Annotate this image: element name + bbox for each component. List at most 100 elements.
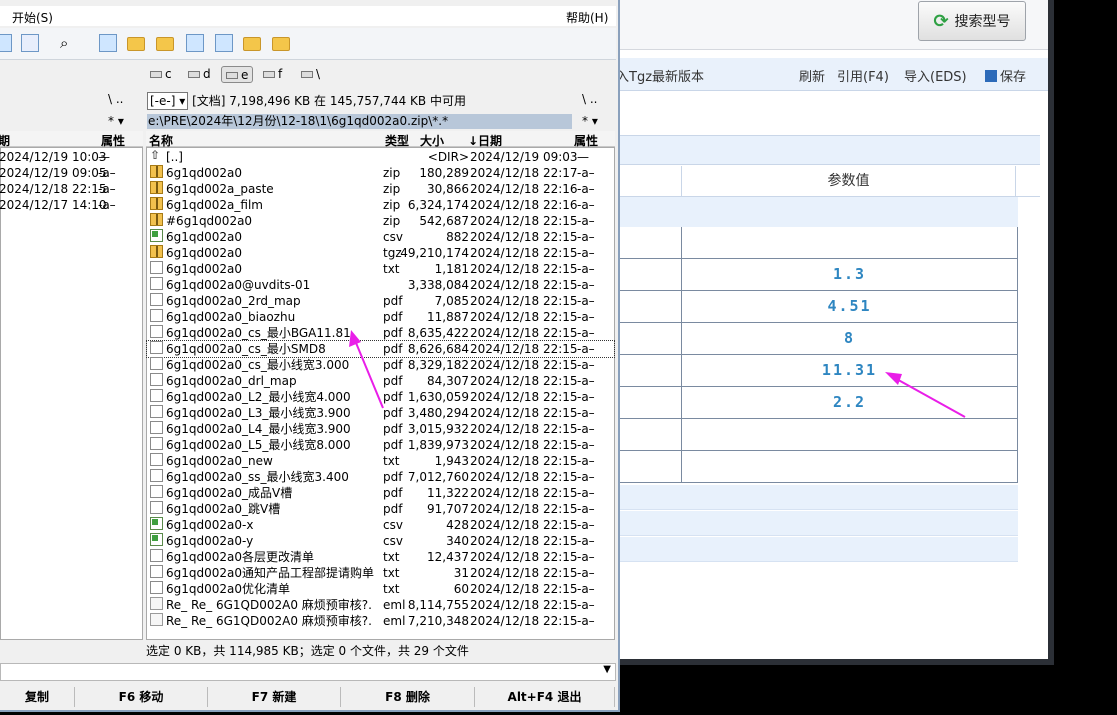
left-file-row[interactable]: 2024/12/19 09:05 -a– [0, 165, 142, 181]
pdf-file-icon [150, 405, 163, 418]
command-line[interactable]: ▼ [0, 663, 616, 681]
left-file-row[interactable]: 2024/12/17 14:10 -a– [0, 197, 142, 213]
file-row[interactable]: #6g1qd002a0 zip 542,687 2024/12/18 22:15 -a– [147, 213, 614, 229]
menu-start[interactable]: 开始(S) [12, 9, 53, 26]
network-drive-button[interactable]: \ [297, 66, 324, 83]
zip-file-icon [150, 245, 163, 258]
file-row[interactable]: 6g1qd002a0 csv 882 2024/12/18 22:15 -a– [147, 229, 614, 245]
param-value[interactable]: 11.31 [681, 355, 1017, 386]
current-path[interactable]: e:\PRE\2024年\12月份\12-18\1\6g1qd002a0.zip… [147, 114, 572, 129]
exit-button[interactable]: Alt+F4 退出 [475, 687, 615, 707]
param-row[interactable]: 8 [608, 323, 1018, 355]
file-row[interactable]: 6g1qd002a0各层更改清单 txt 12,437 2024/12/18 22:1… [147, 549, 614, 565]
url-icon[interactable] [21, 34, 39, 52]
drive-d-button[interactable]: d [184, 66, 215, 83]
param-row[interactable]: 2.2 [608, 387, 1018, 419]
file-row[interactable]: 6g1qd002a_film zip 6,324,174 2024/12/18 22:… [147, 197, 614, 213]
binoculars-icon[interactable]: ⌕ [60, 34, 78, 52]
file-row[interactable]: 6g1qd002a0_L4_最小线宽3.900 pdf 3,015,932 2024/… [147, 421, 614, 437]
file-size: 60 [453, 582, 469, 596]
left-file-panel[interactable]: 2024/12/19 10:03—2024/12/19 09:05 -a– 2024… [0, 147, 143, 640]
file-row[interactable]: 6g1qd002a0_ss_最小线宽3.400 pdf 7,012,760 2024/… [147, 469, 614, 485]
file-row[interactable]: 6g1qd002a0_2rd_map pdf 7,085 2024/12/18 22:… [147, 293, 614, 309]
param-row[interactable]: 11.31 [608, 355, 1018, 387]
file-date: 2024/12/18 22:15 [470, 470, 578, 484]
chevron-down-icon[interactable]: ▼ [603, 664, 611, 675]
document-icon[interactable] [215, 34, 233, 52]
file-date: 2024/12/18 22:15 [470, 406, 578, 420]
param-value[interactable] [681, 419, 1017, 450]
drive-select[interactable]: [-e-] ▾ [147, 92, 189, 110]
right-filter[interactable]: * ▾ [582, 114, 598, 128]
file-row[interactable]: 6g1qd002a0_biaozhu pdf 11,887 2024/12/18 22… [147, 309, 614, 325]
drive-c-button[interactable]: c [146, 66, 176, 83]
param-value[interactable] [681, 451, 1017, 482]
param-subheader [608, 197, 1018, 227]
file-row[interactable]: 6g1qd002a0-x csv 428 2024/12/18 22:15 -a– [147, 517, 614, 533]
folder-icon[interactable] [243, 37, 261, 51]
save-button[interactable]: 保存 [985, 66, 1026, 85]
drive-e-button[interactable]: e [221, 66, 254, 83]
toolbar: ⌕ [0, 28, 616, 60]
param-value[interactable]: 8 [681, 323, 1017, 354]
document-icon[interactable] [186, 34, 204, 52]
file-row[interactable]: 6g1qd002a0_new txt 1,943 2024/12/18 22:15 -a… [147, 453, 614, 469]
copy-button[interactable]: 复制 [0, 687, 75, 707]
param-value[interactable] [681, 227, 1017, 258]
file-row[interactable]: 6g1qd002a0优化清单 txt 60 2024/12/18 22:15 -a– [147, 581, 614, 597]
search-model-button[interactable]: ⟳ 搜索型号 [918, 1, 1026, 41]
right-drive-info: [-e-] ▾ [文档] 7,198,496 KB 在 145,757,744 … [147, 92, 615, 112]
folder-icon[interactable] [156, 37, 174, 51]
file-row[interactable]: 6g1qd002a0_成品V槽 pdf 11,322 2024/12/18 22:15… [147, 485, 614, 501]
param-value[interactable]: 2.2 [681, 387, 1017, 418]
file-row[interactable]: 6g1qd002a0_L2_最小线宽4.000 pdf 1,630,059 2024/… [147, 389, 614, 405]
file-row[interactable]: 6g1qd002a_paste zip 30,866 2024/12/18 22:16… [147, 181, 614, 197]
file-row[interactable]: ⇧ [..] <DIR> 2024/12/19 09:03— [147, 149, 614, 165]
file-row[interactable]: Re_ Re_ 6G1QD002A0 麻烦预审核?. eml 8,114,755 20… [147, 597, 614, 613]
param-row[interactable] [608, 419, 1018, 451]
notepad-icon[interactable] [99, 34, 117, 52]
menu-help[interactable]: 帮助(H) [566, 9, 608, 26]
file-row[interactable]: 6g1qd002a0_cs_最小SMD8 pdf 8,626,684 2024/12/… [146, 340, 615, 358]
folder-icon[interactable] [272, 37, 290, 51]
delete-button[interactable]: F8 删除 [341, 687, 475, 707]
file-row[interactable]: 6g1qd002a0_跳V槽 pdf 91,707 2024/12/18 22:15-… [147, 501, 614, 517]
file-row[interactable]: 6g1qd002a0_cs_最小BGA11.81 pdf 8,635,422 2024… [147, 325, 614, 341]
right-file-panel[interactable]: ⇧ [..] <DIR> 2024/12/19 09:03— 6g1qd002a0 zip… [146, 147, 615, 640]
drive-f-button[interactable]: f [259, 66, 286, 83]
file-type: txt [383, 262, 400, 276]
import-tgz-text[interactable]: 入Tgz最新版本 [616, 66, 704, 85]
file-row[interactable]: 6g1qd002a0_L5_最小线宽8.000 pdf 1,839,973 2024/… [147, 437, 614, 453]
file-row[interactable]: 6g1qd002a0-y csv 340 2024/12/18 22:15 -a– [147, 533, 614, 549]
param-value[interactable]: 1.3 [681, 259, 1017, 290]
move-button[interactable]: F6 移动 [75, 687, 208, 707]
ftp-icon[interactable] [0, 34, 12, 52]
import-eds-button[interactable]: 导入(EDS) [904, 66, 967, 85]
new-folder-button[interactable]: F7 新建 [208, 687, 341, 707]
file-name: 6g1qd002a0通知产品工程部提请购单 [166, 566, 375, 580]
file-row[interactable]: 6g1qd002a0_L3_最小线宽3.900 pdf 3,480,294 2024/… [147, 405, 614, 421]
param-row[interactable]: 4.51 [608, 291, 1018, 323]
param-value-header: 参数值 [681, 166, 1016, 197]
folder-icon[interactable] [127, 37, 145, 51]
file-row[interactable]: 6g1qd002a0通知产品工程部提请购单 txt 31 2024/12/18 22:… [147, 565, 614, 581]
refresh-button[interactable]: 刷新 [799, 66, 825, 85]
file-date: 2024/12/18 22:15 [470, 246, 578, 260]
file-row[interactable]: 6g1qd002a0_cs_最小线宽3.000 pdf 8,329,182 2024/… [147, 357, 614, 373]
param-row[interactable] [608, 227, 1018, 259]
cite-button[interactable]: 引用(F4) [837, 66, 889, 85]
param-row[interactable]: 1.3 [608, 259, 1018, 291]
file-row[interactable]: 6g1qd002a0_drl_map pdf 84,307 2024/12/18 22… [147, 373, 614, 389]
param-row[interactable] [608, 451, 1018, 483]
param-value[interactable]: 4.51 [681, 291, 1017, 322]
file-row[interactable]: 6g1qd002a0 tgz 49,210,174 2024/12/18 22:15-… [147, 245, 614, 261]
left-filter[interactable]: * ▾ [108, 114, 124, 128]
left-file-row[interactable]: 2024/12/18 22:15 -a– [0, 181, 142, 197]
left-file-row[interactable]: 2024/12/19 10:03— [0, 149, 142, 165]
file-row[interactable]: 6g1qd002a0 zip 180,289 2024/12/18 22:17 -a– [147, 165, 614, 181]
left-nav-buttons[interactable]: \ .. [108, 92, 144, 112]
file-row[interactable]: 6g1qd002a0@uvdits-01 3,338,084 2024/12/18 … [147, 277, 614, 293]
file-row[interactable]: 6g1qd002a0 txt 1,181 2024/12/18 22:15 -a– [147, 261, 614, 277]
file-date: 2024/12/18 22:15 [470, 454, 578, 468]
file-row[interactable]: Re_ Re_ 6G1QD002A0 麻烦预审核?. eml 7,210,348 20… [147, 613, 614, 629]
